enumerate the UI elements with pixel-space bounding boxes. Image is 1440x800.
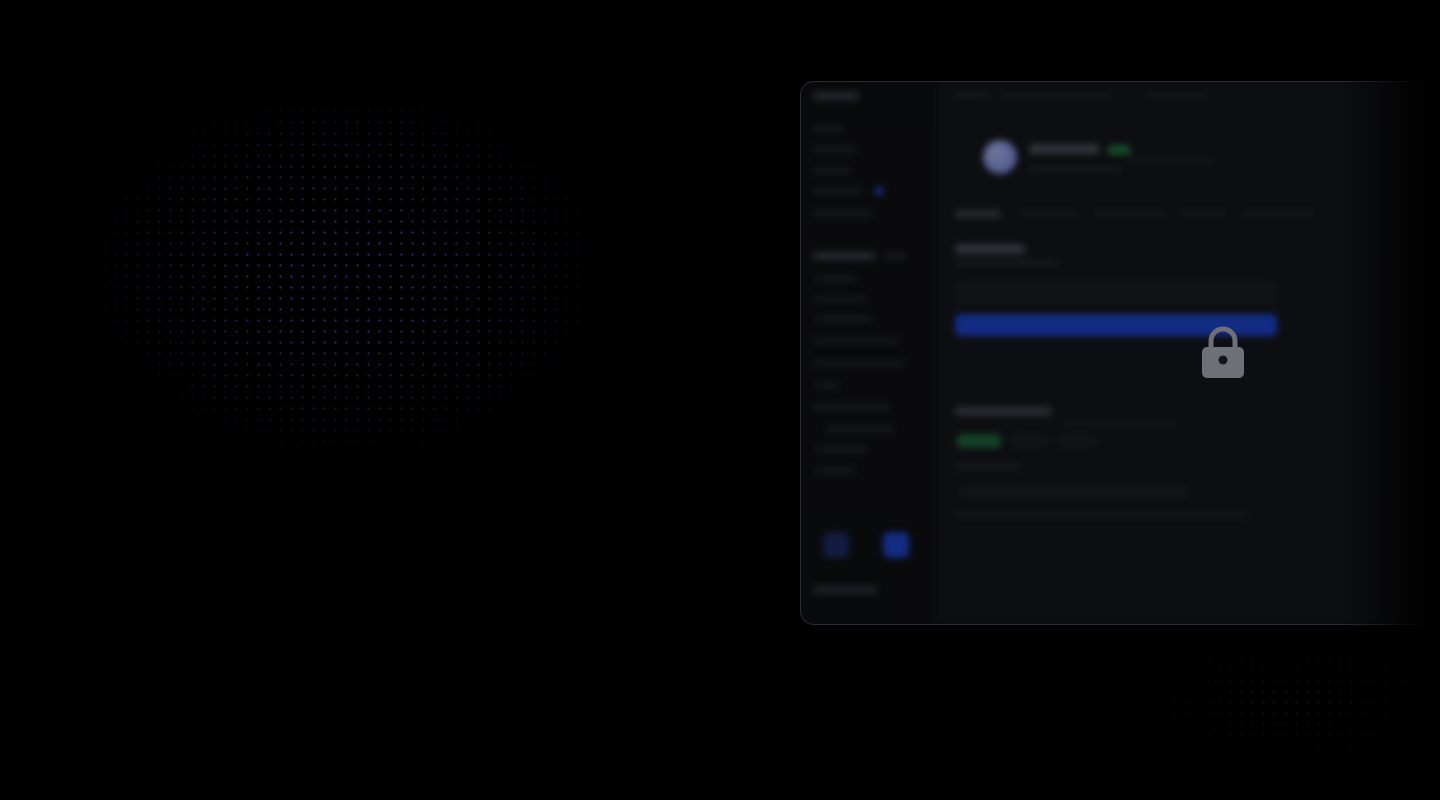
lock-icon bbox=[1202, 326, 1244, 378]
dot-grid-background bbox=[0, 40, 720, 560]
edge-fade bbox=[1340, 60, 1440, 660]
